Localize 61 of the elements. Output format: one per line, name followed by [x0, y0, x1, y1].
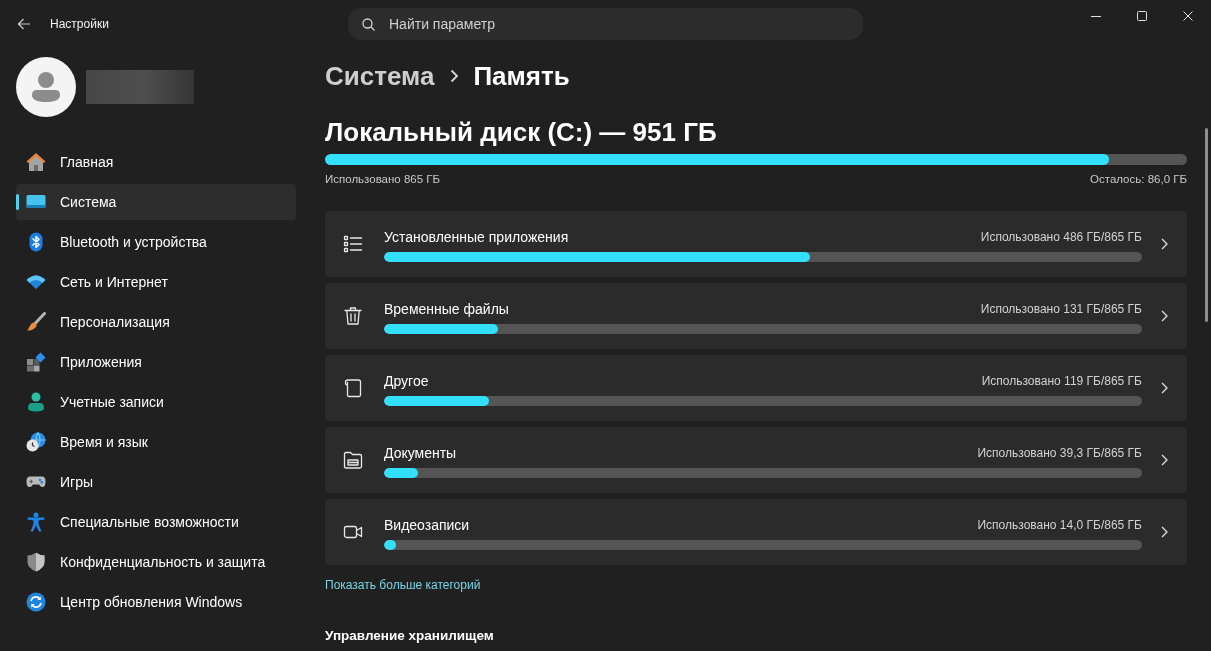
chevron-right-icon — [1161, 526, 1168, 538]
sidebar-item[interactable]: Сеть и Интернет — [16, 264, 296, 300]
sidebar-item[interactable]: Приложения — [16, 344, 296, 380]
chevron-right-icon — [1161, 382, 1168, 394]
minimize-icon — [1091, 15, 1101, 17]
globe-clock-icon — [26, 432, 46, 452]
page-title: Память — [473, 60, 570, 92]
sync-arrows-icon — [26, 592, 46, 612]
used-space-text: Использовано 865 ГБ — [325, 173, 441, 185]
sidebar-item[interactable]: Система — [16, 184, 296, 220]
folder-icon — [343, 450, 363, 470]
apps-grid-icon — [26, 352, 46, 372]
chevron-right-icon — [1161, 238, 1168, 250]
storage-category-card[interactable]: Видеозаписи Использовано 14,0 ГБ/865 ГБ — [325, 499, 1187, 565]
home-icon — [26, 152, 46, 172]
document-icon — [343, 378, 363, 398]
show-more-link[interactable]: Показать больше категорий — [325, 578, 481, 592]
category-name: Другое — [384, 372, 429, 389]
sidebar-item[interactable]: Игры — [16, 464, 296, 500]
breadcrumb-link[interactable]: Система — [325, 60, 435, 92]
category-usage-text: Использовано 131 ГБ/865 ГБ — [980, 301, 1142, 316]
storage-category-card[interactable]: Временные файлы Использовано 131 ГБ/865 ГБ — [325, 283, 1187, 349]
sidebar-item[interactable]: Центр обновления Windows — [16, 584, 296, 620]
chevron-right-icon — [1161, 310, 1168, 322]
search-icon — [362, 18, 375, 31]
category-name: Видеозаписи — [384, 516, 470, 533]
search-field[interactable]: Найти параметр — [348, 8, 863, 40]
sidebar-item[interactable]: Bluetooth и устройства — [16, 224, 296, 260]
storage-category-card[interactable]: Другое Использовано 119 ГБ/865 ГБ — [325, 355, 1187, 421]
sidebar-item[interactable]: Конфиденциальность и защита — [16, 544, 296, 580]
storage-category-card[interactable]: Установленные приложения Использовано 486 ГБ/865 ГБ — [325, 211, 1187, 277]
avatar-icon — [16, 57, 76, 117]
window-title: Настройки — [50, 17, 109, 31]
section-heading: Управление хранилищем — [325, 627, 495, 645]
sidebar-item[interactable]: Учетные записи — [16, 384, 296, 420]
sidebar-item[interactable]: Персонализация — [16, 304, 296, 340]
category-name: Документы — [384, 444, 457, 461]
chevron-right-icon — [450, 69, 460, 83]
person-icon — [26, 392, 46, 412]
category-usage-text: Использовано 14,0 ГБ/865 ГБ — [977, 517, 1142, 532]
category-usage-text: Использовано 119 ГБ/865 ГБ — [981, 373, 1142, 388]
paintbrush-icon — [26, 312, 46, 332]
drive-title: Локальный диск (C:) — 951 ГБ — [325, 116, 718, 149]
shield-icon — [26, 552, 46, 572]
back-arrow-icon — [17, 18, 31, 30]
category-usage-text: Использовано 486 ГБ/865 ГБ — [980, 229, 1142, 244]
category-name: Временные файлы — [384, 300, 509, 317]
sidebar-item[interactable]: Главная — [16, 144, 296, 180]
category-name: Установленные приложения — [384, 228, 569, 245]
scrollbar-thumb[interactable] — [1205, 128, 1208, 322]
sidebar-item[interactable]: Специальные возможности — [16, 504, 296, 540]
list-icon — [343, 234, 363, 254]
close-icon — [1183, 11, 1193, 21]
sidebar-item[interactable]: Время и язык — [16, 424, 296, 460]
accessibility-figure-icon — [26, 512, 46, 532]
category-usage-text: Использовано 39,3 ГБ/865 ГБ — [977, 445, 1142, 460]
maximize-icon — [1137, 11, 1147, 21]
free-space-text: Осталось: 86,0 ГБ — [1090, 173, 1187, 185]
chevron-right-icon — [1161, 454, 1168, 466]
trash-can-icon — [343, 306, 363, 326]
storage-category-card[interactable]: Документы Использовано 39,3 ГБ/865 ГБ — [325, 427, 1187, 493]
